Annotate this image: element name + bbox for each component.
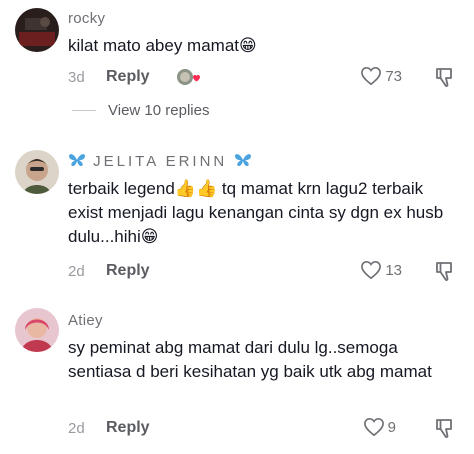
comment-age: 2d bbox=[68, 419, 85, 437]
like-button[interactable]: 73 bbox=[360, 66, 402, 86]
avatar[interactable] bbox=[15, 308, 59, 352]
heart-icon bbox=[361, 66, 382, 86]
creator-reaction-icon bbox=[176, 67, 200, 87]
comment-text: sy peminat abg mamat dari dulu lg..semog… bbox=[68, 338, 432, 381]
dislike-icon bbox=[436, 68, 452, 87]
reply-button[interactable]: Reply bbox=[106, 68, 150, 86]
comment-text-part1: terbaik legend bbox=[68, 179, 175, 198]
comment-username[interactable]: rocky bbox=[68, 10, 105, 27]
avatar[interactable] bbox=[15, 150, 59, 194]
like-count: 73 bbox=[385, 67, 402, 85]
grin-emoji: 😁 bbox=[239, 36, 257, 55]
heart-icon bbox=[361, 260, 382, 280]
view-replies-label: View 10 replies bbox=[108, 102, 210, 119]
like-count: 9 bbox=[387, 418, 396, 436]
comment-age: 2d bbox=[68, 262, 85, 280]
thumbs-up-emoji: 👍👍 bbox=[174, 179, 218, 198]
reply-button[interactable]: Reply bbox=[106, 262, 150, 280]
view-replies-button[interactable]: View 10 replies bbox=[72, 102, 209, 119]
heart-icon bbox=[363, 417, 384, 437]
like-button[interactable]: 9 bbox=[363, 417, 396, 437]
comment-username[interactable]: JELITA ERINN bbox=[68, 152, 252, 170]
comment-meta: 2d Reply bbox=[68, 260, 150, 282]
avatar[interactable] bbox=[15, 8, 59, 52]
dislike-icon bbox=[436, 262, 452, 281]
dislike-button[interactable] bbox=[434, 417, 454, 444]
grin-emoji: 😁 bbox=[140, 227, 159, 246]
comment-age: 3d bbox=[68, 68, 85, 86]
dislike-button[interactable] bbox=[434, 260, 454, 287]
reply-button[interactable]: Reply bbox=[106, 419, 150, 437]
comment-text: terbaik legend👍👍 tq mamat krn lagu2 terb… bbox=[68, 177, 460, 249]
butterfly-icon bbox=[69, 154, 85, 166]
comment-text: kilat mato abey mamat😁 bbox=[68, 34, 460, 58]
like-count: 13 bbox=[385, 261, 402, 279]
comment-meta: 3d Reply bbox=[68, 66, 200, 88]
dislike-icon bbox=[436, 419, 452, 438]
comment-meta: 2d Reply bbox=[68, 417, 150, 439]
comment-username[interactable]: Atiey bbox=[68, 312, 103, 329]
divider bbox=[72, 110, 96, 111]
username-text: JELITA ERINN bbox=[93, 153, 228, 170]
comment-text-body: kilat mato abey mamat bbox=[68, 36, 240, 55]
dislike-button[interactable] bbox=[434, 66, 454, 93]
butterfly-icon bbox=[235, 154, 252, 166]
like-button[interactable]: 13 bbox=[360, 260, 402, 280]
